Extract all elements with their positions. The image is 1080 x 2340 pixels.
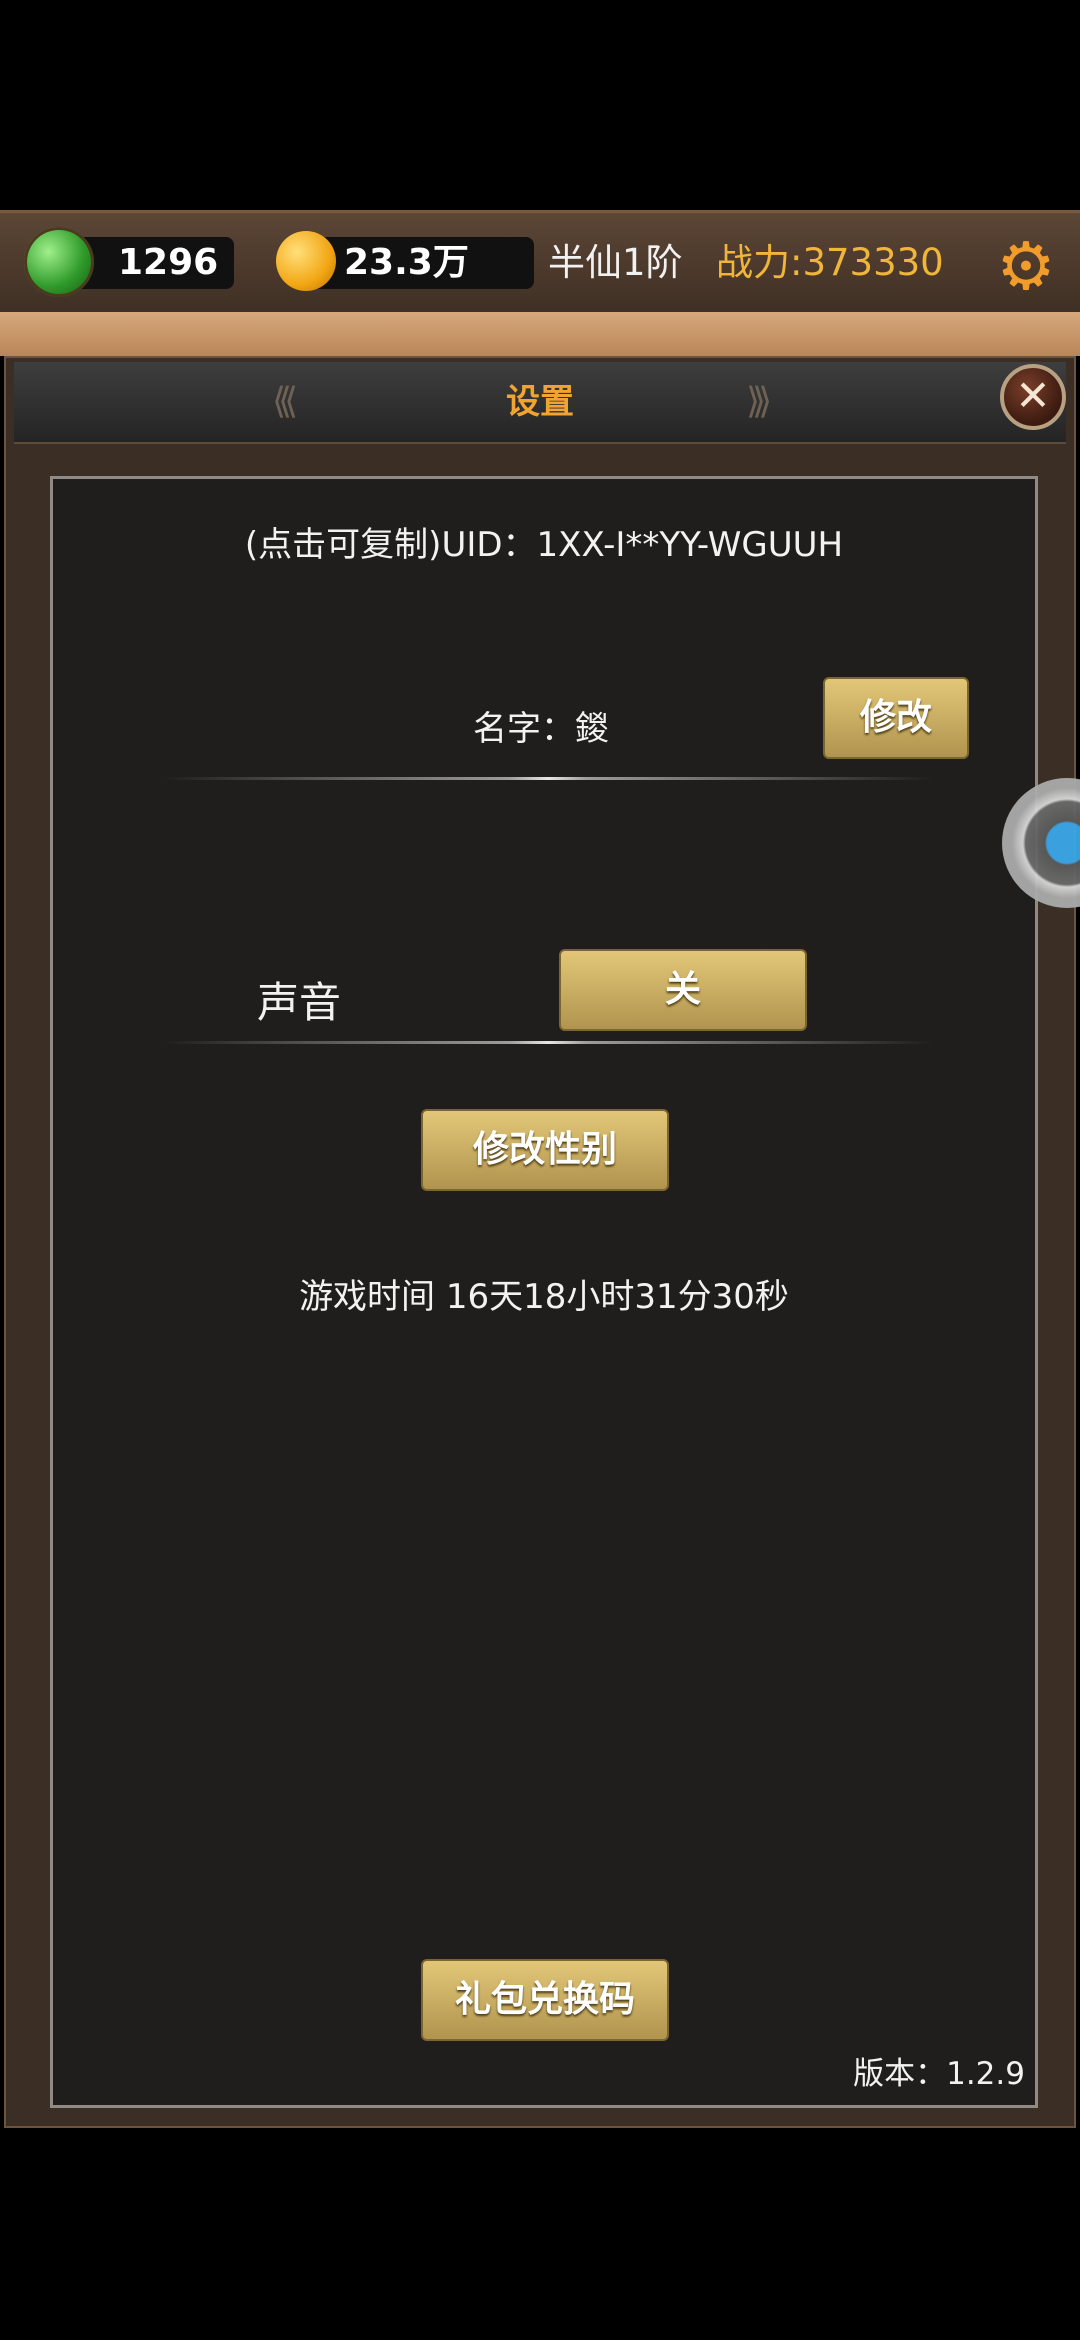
jade-currency-icon: [24, 227, 94, 297]
close-icon[interactable]: ✕: [1000, 364, 1066, 430]
coin-amount: 23.3万: [344, 242, 469, 283]
panel-header: ⟨⟨⟨ 设置 ⟩⟩⟩: [14, 362, 1066, 444]
sound-label: 声音: [257, 978, 342, 1027]
change-gender-button[interactable]: 修改性别: [421, 1109, 669, 1191]
player-name: 名字：鍐: [473, 709, 609, 749]
panel-title: 设置: [506, 382, 574, 422]
cultivation-rank: 半仙1阶: [548, 241, 683, 284]
top-resource-bar: 1296 23.3万 半仙1阶 战力:373330 ⚙: [0, 210, 1080, 315]
rename-button[interactable]: 修改: [823, 677, 969, 759]
settings-content: (点击可复制)UID：1XX-I**YY-WGUUH 名字：鍐 修改 声音 关 …: [50, 476, 1038, 2108]
settings-panel: ⟨⟨⟨ 设置 ⟩⟩⟩ ✕ (点击可复制)UID：1XX-I**YY-WGUUH …: [4, 356, 1076, 2128]
gift-code-button[interactable]: 礼包兑换码: [421, 1959, 669, 2041]
ornament-right-icon: ⟩⟩⟩: [746, 381, 772, 422]
gear-icon[interactable]: ⚙: [994, 234, 1058, 300]
jade-counter[interactable]: 1296: [24, 227, 234, 297]
uid-copy-text[interactable]: (点击可复制)UID：1XX-I**YY-WGUUH: [53, 517, 1035, 566]
play-time: 游戏时间 16天18小时31分30秒: [299, 1277, 789, 1317]
combat-power: 战力:373330: [716, 241, 944, 284]
jade-count: 1296: [118, 242, 219, 283]
version-label: 版本：1.2.9: [853, 2056, 1025, 2092]
sound-toggle-button[interactable]: 关: [559, 949, 807, 1031]
coin-counter[interactable]: 23.3万: [276, 231, 534, 291]
divider: [163, 777, 933, 780]
header-strip: [0, 312, 1080, 356]
divider: [163, 1041, 933, 1044]
gold-coin-icon: [276, 231, 336, 291]
